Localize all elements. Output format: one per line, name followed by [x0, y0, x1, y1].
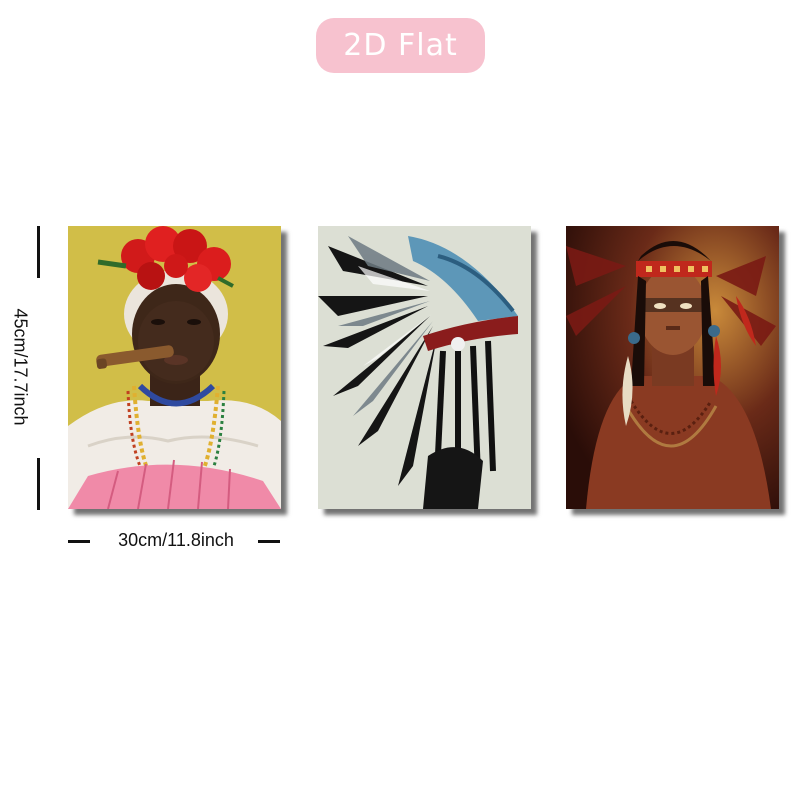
canvas-panel-man-headdress — [566, 226, 779, 509]
style-badge: 2D Flat — [316, 18, 485, 73]
width-dimension-label: 30cm/11.8inch — [118, 530, 234, 550]
height-dimension-line-bottom — [37, 458, 40, 510]
canvas-panel-watercolor-headdress — [318, 226, 531, 509]
width-dimension-line-right — [258, 540, 280, 543]
canvas-panel-woman-portrait — [68, 226, 281, 509]
height-dimension-line-top — [37, 226, 40, 278]
width-dimension-line-left — [68, 540, 90, 543]
